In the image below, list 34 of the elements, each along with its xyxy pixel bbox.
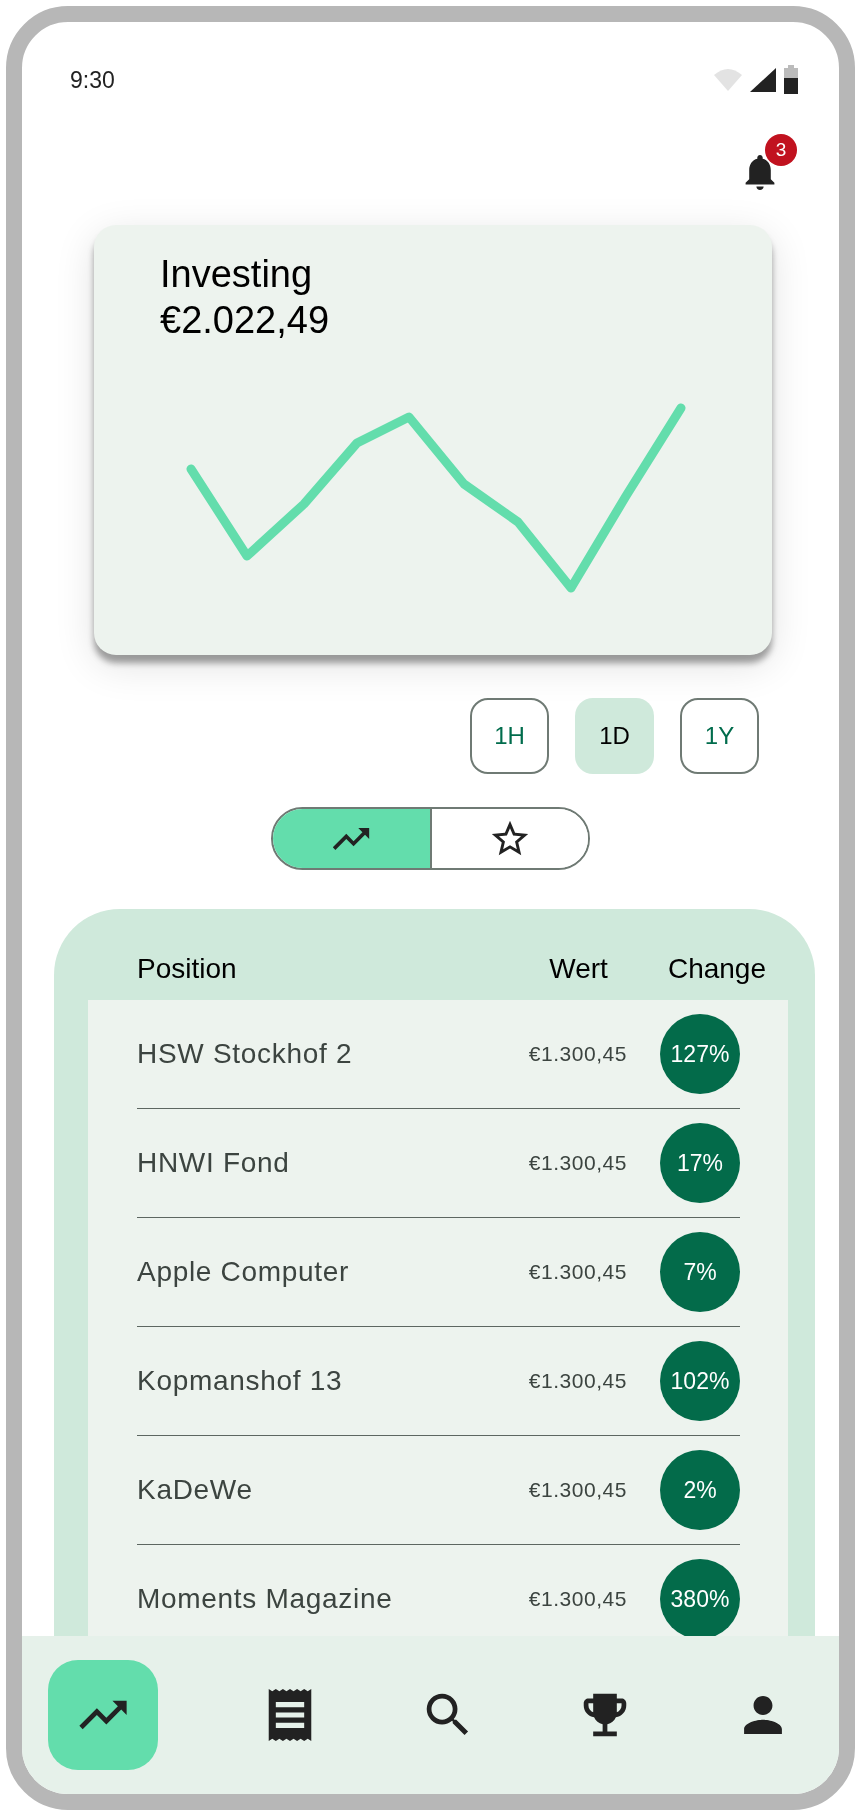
position-value: €1.300,45 [528,1368,627,1395]
column-header: Wert [549,952,608,986]
change-badge: 2% [660,1450,740,1530]
change-badge: 380% [660,1559,740,1639]
position-value: €1.300,45 [528,1150,627,1177]
position-name: Kopmanshof 13 [137,1364,344,1398]
column-header: Change [667,952,766,986]
nav-button[interactable] [48,1660,158,1770]
position-name: KaDeWe [137,1473,254,1507]
notification-badge: 3 [765,134,797,166]
balance-amount: €2.022,49 [159,298,331,343]
status-time: 9:30 [70,65,115,95]
position-value: €1.300,45 [528,1477,627,1504]
range-button[interactable]: 1H [470,698,549,774]
position-value: €1.300,45 [528,1259,627,1286]
view-toggle-segment[interactable] [273,809,430,868]
wifi-icon [713,67,743,93]
position-name: HSW Stockhof 2 [137,1037,354,1071]
card-title: Investing [159,252,314,297]
view-toggle-segment[interactable] [429,809,588,868]
range-button[interactable]: 1D [575,698,654,774]
change-badge: 127% [660,1014,740,1094]
change-badge: 7% [660,1232,740,1312]
battery-icon [783,65,799,95]
position-value: €1.300,45 [528,1586,627,1613]
signal-icon [749,67,777,93]
position-name: Moments Magazine [137,1582,394,1616]
change-badge: 17% [660,1123,740,1203]
position-name: HNWI Fond [137,1146,291,1180]
change-badge: 102% [660,1341,740,1421]
range-button[interactable]: 1Y [680,698,759,774]
position-value: €1.300,45 [528,1041,627,1068]
position-name: Apple Computer [137,1255,351,1289]
column-header: Position [137,952,238,986]
